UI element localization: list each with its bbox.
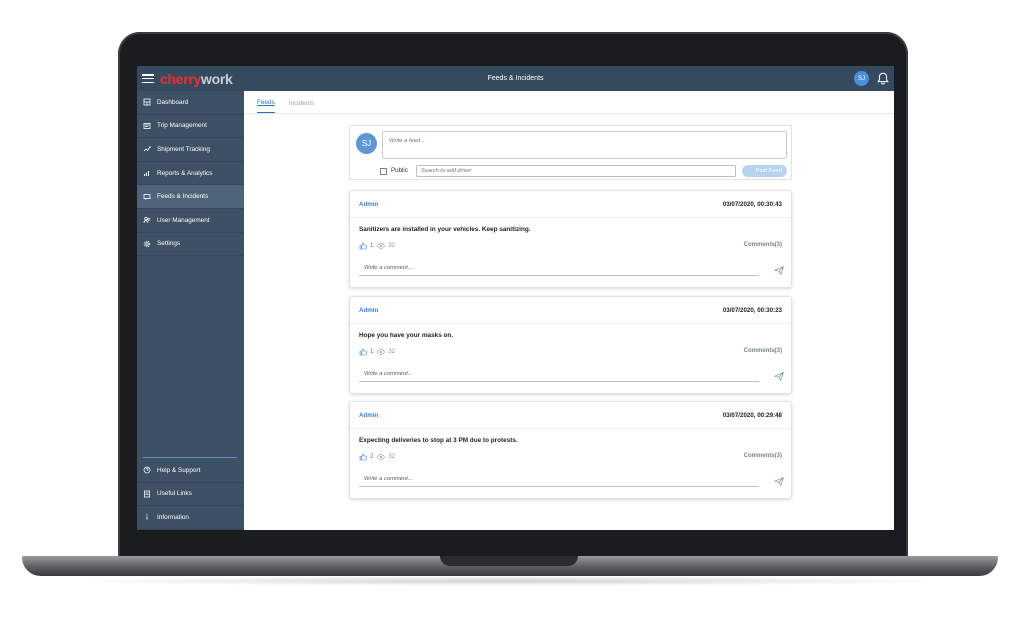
feed-timestamp: 03/07/2020, 00:29:48 <box>722 412 782 419</box>
links-icon <box>143 490 151 498</box>
dashboard-icon <box>143 98 151 106</box>
feed-card: Admin 03/07/2020, 00:30:23 Hope you have y… <box>349 296 792 394</box>
feed-stats: 1 32 <box>359 348 395 356</box>
feed-composer: SJ Write a feed... Public Search to add … <box>349 125 792 180</box>
feed-message: Hope you have your masks on. <box>359 332 454 339</box>
feed-divider <box>350 217 791 218</box>
send-icon[interactable] <box>774 266 784 275</box>
tab-feeds[interactable]: Feeds <box>257 99 275 113</box>
shipment-icon <box>143 145 151 153</box>
like-count: 1 <box>370 243 374 249</box>
public-checkbox[interactable] <box>380 168 387 175</box>
send-icon[interactable] <box>774 477 784 486</box>
comments-link[interactable]: Comments(3) <box>744 242 782 248</box>
sidebar-item-help-support[interactable]: Help & Support <box>137 459 244 483</box>
info-icon <box>143 513 151 521</box>
laptop-notch <box>440 556 578 566</box>
laptop-shadow <box>60 576 960 586</box>
sidebar-item-label: Help & Support <box>157 466 201 474</box>
chart-icon <box>143 169 151 177</box>
gear-icon <box>143 240 151 248</box>
sidebar-item-dashboard[interactable]: Dashboard <box>137 91 244 115</box>
feed-stats: 2 32 <box>359 453 395 461</box>
sidebar-item-user-management[interactable]: User Management <box>137 209 244 233</box>
sidebar-item-useful-links[interactable]: Useful Links <box>137 483 244 507</box>
sidebar-item-reports-analytics[interactable]: Reports & Analytics <box>137 162 244 186</box>
thumbs-up-icon[interactable] <box>359 348 367 356</box>
sidebar-item-trip-management[interactable]: Trip Management <box>137 115 244 139</box>
logo-text-red: cherry <box>160 70 202 87</box>
sidebar-item-label: Trip Management <box>157 122 207 130</box>
logo-text-grey: work <box>201 70 233 87</box>
feed-message: Sanitizers are installed in your vehicle… <box>359 226 531 233</box>
thumbs-up-icon[interactable] <box>359 453 367 461</box>
sidebar-divider <box>143 457 237 458</box>
comments-link[interactable]: Comments(3) <box>744 348 782 354</box>
sidebar: Dashboard Trip Management Shipment Trackin… <box>137 91 244 530</box>
sidebar-item-feeds-incidents[interactable]: Feeds & Incidents <box>137 185 244 209</box>
sidebar-item-label: Reports & Analytics <box>157 169 213 177</box>
sidebar-item-label: Settings <box>157 240 181 248</box>
thumbs-up-icon[interactable] <box>359 242 367 250</box>
feed-divider <box>350 323 791 324</box>
user-avatar[interactable]: SJ <box>854 71 869 86</box>
feed-stats: 1 32 <box>359 242 395 250</box>
like-count: 2 <box>370 454 374 460</box>
eye-icon <box>377 349 386 355</box>
sidebar-item-label: Feeds & Incidents <box>157 193 209 201</box>
view-count: 32 <box>388 349 396 355</box>
trip-icon <box>143 122 151 130</box>
send-icon[interactable] <box>774 372 784 381</box>
feed-icon <box>143 193 151 201</box>
app-logo[interactable]: cherrywork <box>160 71 233 87</box>
sidebar-item-label: Dashboard <box>157 98 189 106</box>
comment-input[interactable]: Write a comment... <box>359 368 759 382</box>
app-screen: cherrywork Feeds & Incidents SJ Dashboar… <box>137 66 894 530</box>
feed-author[interactable]: Admin <box>359 412 378 419</box>
sidebar-item-settings[interactable]: Settings <box>137 233 244 257</box>
top-bar: cherrywork Feeds & Incidents SJ <box>137 66 894 91</box>
menu-icon[interactable] <box>142 74 154 83</box>
comments-link[interactable]: Comments(3) <box>744 453 782 459</box>
composer-avatar: SJ <box>356 133 377 154</box>
feed-divider <box>350 428 791 429</box>
sidebar-item-label: Useful Links <box>157 490 192 498</box>
post-feed-button[interactable]: Post Feed <box>742 165 787 177</box>
page-title: Feeds & Incidents <box>487 75 544 82</box>
users-icon <box>143 216 151 224</box>
comment-input[interactable]: Write a comment... <box>359 262 759 276</box>
feed-input[interactable]: Write a feed... <box>382 131 787 159</box>
sidebar-item-label: User Management <box>157 216 210 224</box>
sidebar-item-information[interactable]: Information <box>137 506 244 530</box>
eye-icon <box>377 243 386 249</box>
feed-message: Expecting deliveries to stop at 3 PM due… <box>359 437 518 444</box>
public-label: Public <box>391 167 408 174</box>
feed-card: Admin 03/07/2020, 00:29:48 Expecting deliv… <box>349 401 792 499</box>
view-count: 32 <box>388 243 396 249</box>
feed-card: Admin 03/07/2020, 00:30:43 Sanitizers are … <box>349 190 792 288</box>
comment-input[interactable]: Write a comment... <box>359 473 759 487</box>
feed-author[interactable]: Admin <box>359 307 378 314</box>
feed-timestamp: 03/07/2020, 00:30:43 <box>722 201 782 208</box>
main-content: Feeds Incidents SJ Write a feed... Publi… <box>244 91 894 530</box>
view-count: 32 <box>388 454 396 460</box>
eye-icon <box>377 454 386 460</box>
feed-timestamp: 03/07/2020, 00:30:23 <box>722 307 782 314</box>
sidebar-item-label: Shipment Tracking <box>157 145 210 153</box>
feed-author[interactable]: Admin <box>359 201 378 208</box>
like-count: 1 <box>370 349 374 355</box>
tab-incidents[interactable]: Incidents <box>289 100 315 113</box>
bell-icon[interactable] <box>877 72 889 85</box>
sidebar-item-label: Information <box>157 513 189 521</box>
tab-bar: Feeds Incidents <box>244 91 894 114</box>
sidebar-item-shipment-tracking[interactable]: Shipment Tracking <box>137 138 244 162</box>
driver-search-input[interactable]: Search to add driver <box>416 165 736 177</box>
help-icon <box>143 466 151 474</box>
